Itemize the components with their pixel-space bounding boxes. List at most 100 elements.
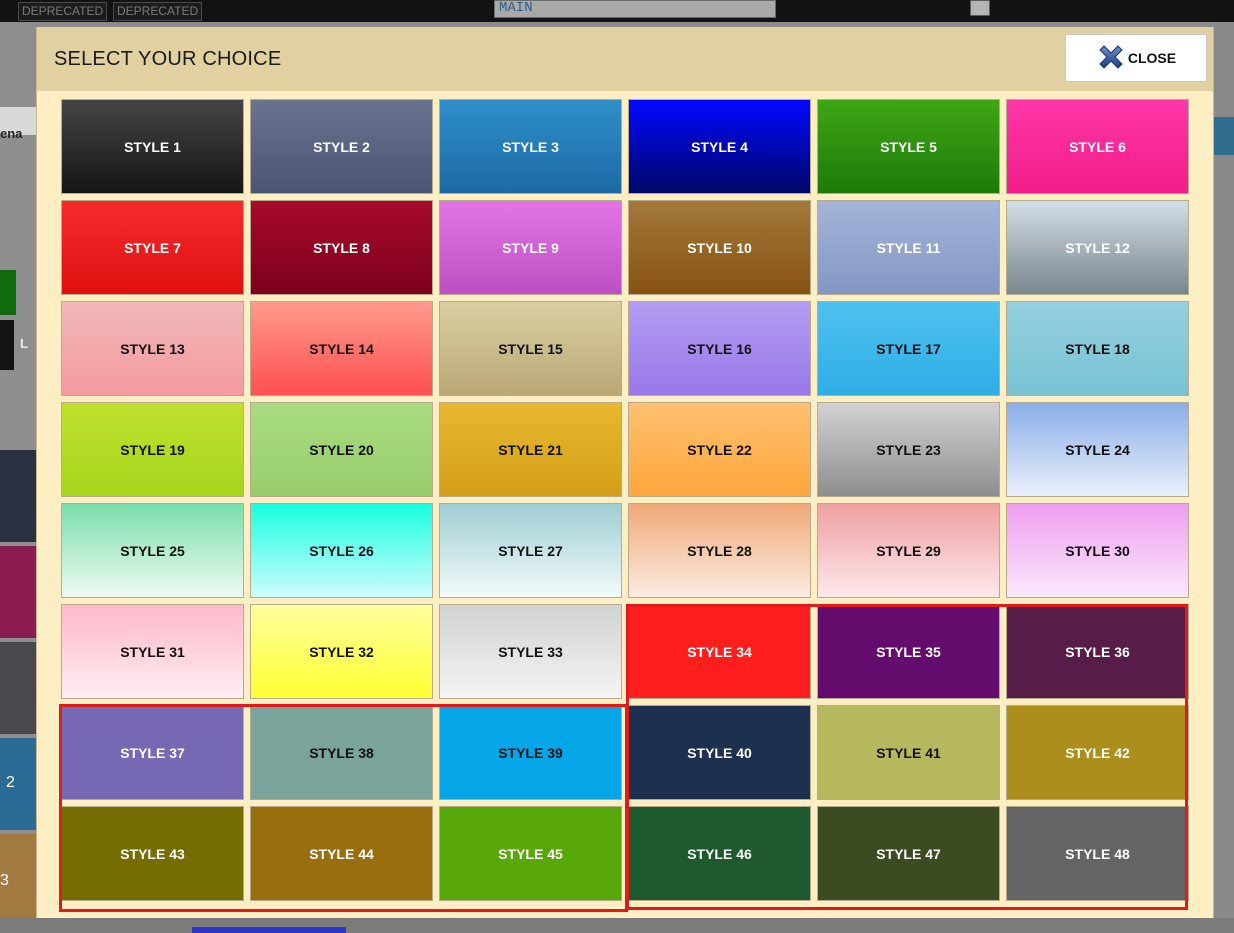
style-option-label: STYLE 26: [309, 542, 374, 559]
style-option-label: STYLE 39: [498, 744, 563, 761]
style-option[interactable]: STYLE 29: [817, 503, 1000, 598]
style-option[interactable]: STYLE 8: [250, 200, 433, 295]
style-option[interactable]: STYLE 3: [439, 99, 622, 194]
style-option-label: STYLE 47: [876, 845, 941, 862]
style-option[interactable]: STYLE 2: [250, 99, 433, 194]
style-option-label: STYLE 35: [876, 643, 941, 660]
close-button[interactable]: CLOSE: [1065, 34, 1207, 82]
style-option[interactable]: STYLE 18: [1006, 301, 1189, 396]
background-right-swatch: [1214, 117, 1234, 155]
style-option[interactable]: STYLE 31: [61, 604, 244, 699]
style-option-label: STYLE 16: [687, 340, 752, 357]
style-option[interactable]: STYLE 41: [817, 705, 1000, 800]
dialog-header: SELECT YOUR CHOICE CLOSE: [37, 27, 1213, 91]
dialog-title: SELECT YOUR CHOICE: [54, 48, 282, 70]
style-option[interactable]: STYLE 10: [628, 200, 811, 295]
style-option[interactable]: STYLE 33: [439, 604, 622, 699]
style-option-label: STYLE 42: [1065, 744, 1130, 761]
style-option[interactable]: STYLE 1: [61, 99, 244, 194]
style-option-label: STYLE 48: [1065, 845, 1130, 862]
style-option[interactable]: STYLE 39: [439, 705, 622, 800]
style-option-label: STYLE 40: [687, 744, 752, 761]
style-option-label: STYLE 24: [1065, 441, 1130, 458]
style-option-label: STYLE 9: [502, 239, 559, 256]
style-option[interactable]: STYLE 13: [61, 301, 244, 396]
style-option[interactable]: STYLE 36: [1006, 604, 1189, 699]
style-option[interactable]: STYLE 35: [817, 604, 1000, 699]
style-option[interactable]: STYLE 48: [1006, 806, 1189, 901]
deprecated-tag: DEPRECATED: [113, 2, 203, 21]
style-option[interactable]: STYLE 46: [628, 806, 811, 901]
background-left-text: 2: [6, 774, 15, 791]
background-left-swatch: [0, 270, 16, 315]
style-option[interactable]: STYLE 20: [250, 402, 433, 497]
style-option[interactable]: STYLE 15: [439, 301, 622, 396]
background-left-swatch: [0, 450, 36, 542]
style-option[interactable]: STYLE 14: [250, 301, 433, 396]
style-option-label: STYLE 21: [498, 441, 563, 458]
style-option[interactable]: STYLE 27: [439, 503, 622, 598]
style-option-label: STYLE 32: [309, 643, 374, 660]
style-option-label: STYLE 25: [120, 542, 185, 559]
style-option-label: STYLE 34: [687, 643, 752, 660]
style-option-label: STYLE 33: [498, 643, 563, 660]
style-option[interactable]: STYLE 12: [1006, 200, 1189, 295]
background-right-panel: [1214, 22, 1234, 933]
style-option-label: STYLE 45: [498, 845, 563, 862]
style-option[interactable]: STYLE 21: [439, 402, 622, 497]
deprecated-tag: DEPRECATED: [18, 2, 108, 21]
style-option-label: STYLE 4: [691, 138, 748, 155]
style-option-label: STYLE 2: [313, 138, 370, 155]
style-option[interactable]: STYLE 34: [628, 604, 811, 699]
background-left-panel: ena L 2 3: [0, 22, 36, 933]
style-option[interactable]: STYLE 19: [61, 402, 244, 497]
style-option-label: STYLE 7: [124, 239, 181, 256]
style-option-label: STYLE 8: [313, 239, 370, 256]
style-option[interactable]: STYLE 9: [439, 200, 622, 295]
style-option[interactable]: STYLE 42: [1006, 705, 1189, 800]
style-option-label: STYLE 44: [309, 845, 374, 862]
style-option-label: STYLE 18: [1065, 340, 1130, 357]
style-option[interactable]: STYLE 45: [439, 806, 622, 901]
style-option[interactable]: STYLE 7: [61, 200, 244, 295]
style-option[interactable]: STYLE 5: [817, 99, 1000, 194]
style-option[interactable]: STYLE 38: [250, 705, 433, 800]
style-option-label: STYLE 11: [876, 239, 941, 256]
style-option-label: STYLE 1: [124, 138, 181, 155]
style-option-label: STYLE 17: [876, 340, 941, 357]
style-option[interactable]: STYLE 43: [61, 806, 244, 901]
style-option[interactable]: STYLE 47: [817, 806, 1000, 901]
style-option[interactable]: STYLE 17: [817, 301, 1000, 396]
style-option[interactable]: STYLE 6: [1006, 99, 1189, 194]
style-picker-dialog: SELECT YOUR CHOICE CLOSE STYLE 1 STYLE 2 S…: [36, 27, 1214, 918]
background-checkbox: [970, 0, 990, 16]
style-option[interactable]: STYLE 24: [1006, 402, 1189, 497]
style-option[interactable]: STYLE 23: [817, 402, 1000, 497]
background-left-text: ena: [0, 126, 23, 141]
style-option-label: STYLE 19: [120, 441, 185, 458]
style-option[interactable]: STYLE 32: [250, 604, 433, 699]
style-option[interactable]: STYLE 25: [61, 503, 244, 598]
style-option-label: STYLE 36: [1065, 643, 1130, 660]
style-option-label: STYLE 41: [876, 744, 941, 761]
style-option[interactable]: STYLE 37: [61, 705, 244, 800]
style-option[interactable]: STYLE 28: [628, 503, 811, 598]
style-option[interactable]: STYLE 40: [628, 705, 811, 800]
style-option[interactable]: STYLE 22: [628, 402, 811, 497]
style-option-label: STYLE 31: [120, 643, 185, 660]
style-option[interactable]: STYLE 4: [628, 99, 811, 194]
style-option[interactable]: STYLE 44: [250, 806, 433, 901]
style-option-label: STYLE 15: [498, 340, 563, 357]
background-left-swatch: [0, 642, 36, 734]
style-option-label: STYLE 27: [498, 542, 563, 559]
style-option[interactable]: STYLE 16: [628, 301, 811, 396]
background-left-swatch: [0, 546, 36, 638]
style-option[interactable]: STYLE 11: [817, 200, 1000, 295]
close-icon: [1099, 45, 1123, 69]
style-option[interactable]: STYLE 26: [250, 503, 433, 598]
style-option-label: STYLE 10: [687, 239, 752, 256]
style-option-label: STYLE 20: [309, 441, 374, 458]
style-option[interactable]: STYLE 30: [1006, 503, 1189, 598]
close-label: CLOSE: [1127, 50, 1177, 66]
style-option-label: STYLE 3: [502, 138, 559, 155]
